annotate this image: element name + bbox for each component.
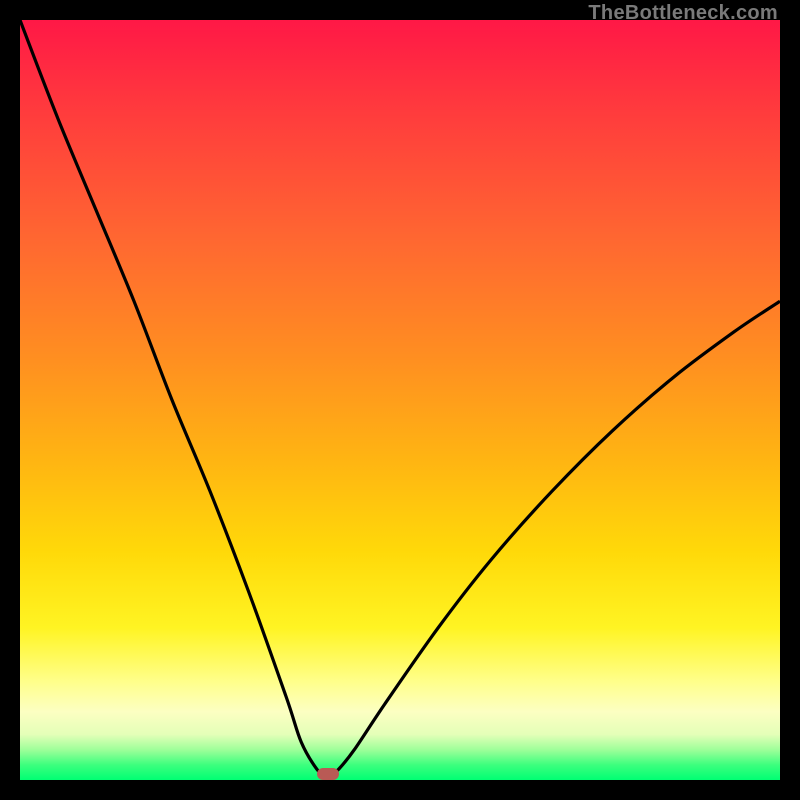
minimum-marker [317, 768, 339, 780]
chart-frame: TheBottleneck.com [0, 0, 800, 800]
plot-area [20, 20, 780, 780]
bottleneck-curve [20, 20, 780, 780]
watermark-text: TheBottleneck.com [588, 2, 778, 25]
